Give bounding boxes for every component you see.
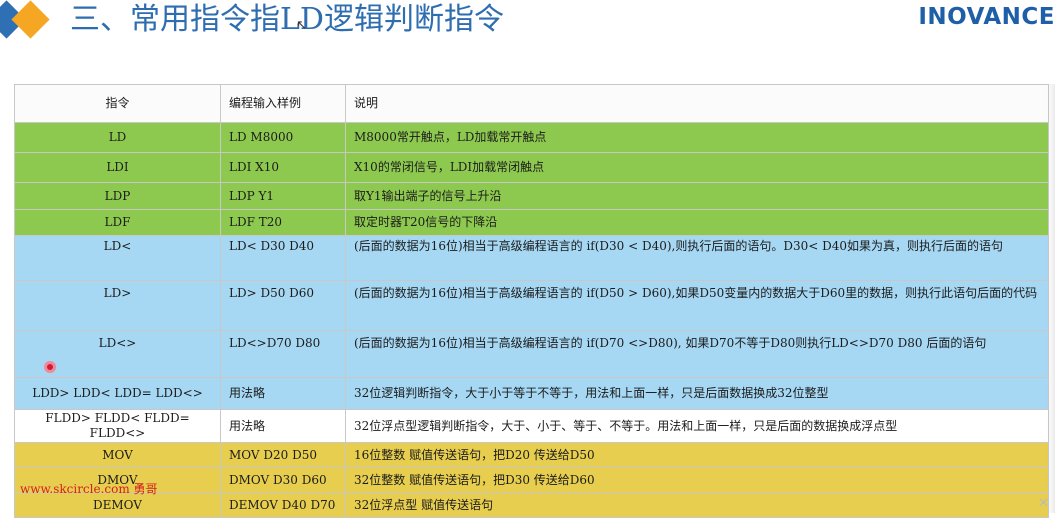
table-row: FLDD> FLDD< FLDD= FLDD<> 用法略 32位浮点型逻辑判断指… xyxy=(14,409,1049,443)
example-cell: 用法略 xyxy=(220,409,346,443)
description-cell: M8000常开触点，LD加载常开触点 xyxy=(345,122,1049,153)
column-header-description: 说明 xyxy=(345,84,1049,123)
description-cell: 取定时器T20信号的下降沿 xyxy=(345,209,1049,236)
table-header-row: 指令 编程输入样例 说明 xyxy=(14,84,1049,123)
table-row: LDD> LDD< LDD= LDD<> 用法略 32位逻辑判断指令，大于小于等… xyxy=(14,377,1049,410)
description-cell: (后面的数据为16位)相当于高级编程语言的 if(D30 < D40),则执行后… xyxy=(345,235,1049,281)
table-row: LDP LDP Y1 取Y1输出端子的信号上升沿 xyxy=(14,182,1049,210)
example-cell: LDF T20 xyxy=(220,209,346,236)
example-cell: LDP Y1 xyxy=(220,182,346,210)
instruction-cell: LD xyxy=(14,122,221,153)
close-icon[interactable]: ✕ xyxy=(1038,496,1049,511)
slide-title: 三、常用指令指LD逻辑判断指令 xyxy=(70,2,504,37)
description-cell: 取Y1输出端子的信号上升沿 xyxy=(345,182,1049,210)
description-cell: 32位浮点型逻辑判断指令，大于、小于、等于、不等于。用法和上面一样，只是后面的数… xyxy=(345,409,1049,443)
pointer-marker-icon xyxy=(44,361,56,373)
instruction-cell: LDP xyxy=(14,182,221,210)
instruction-cell: LDF xyxy=(14,209,221,236)
table-row: LDF LDF T20 取定时器T20信号的下降沿 xyxy=(14,209,1049,236)
instruction-cell: LD> xyxy=(14,280,221,331)
description-cell: 32位逻辑判断指令，大于小于等于不等于，用法和上面一样，只是后面数据换成32位整… xyxy=(345,377,1049,410)
example-cell: LD< D30 D40 xyxy=(220,235,346,281)
description-cell: 32位浮点型 赋值传送语句 xyxy=(345,492,1049,518)
table-row: DEMOV DEMOV D40 D70 32位浮点型 赋值传送语句 xyxy=(14,492,1049,518)
instruction-cell: LD< xyxy=(14,235,221,281)
logo-diamond-orange-icon xyxy=(11,0,50,39)
instruction-table: 指令 编程输入样例 说明 LD LD M8000 M8000常开触点，LD加载常… xyxy=(14,84,1049,518)
description-cell: X10的常闭信号，LDI加载常闭触点 xyxy=(345,152,1049,183)
table-row: LD<> LD<>D70 D80 (后面的数据为16位)相当于高级编程语言的 i… xyxy=(14,330,1049,378)
example-cell: MOV D20 D50 xyxy=(220,442,346,468)
page-edge-shadow xyxy=(1047,84,1055,513)
description-cell: (后面的数据为16位)相当于高级编程语言的 if(D70 <>D80), 如果D… xyxy=(345,330,1049,378)
table-row: LD> LD> D50 D60 (后面的数据为16位)相当于高级编程语言的 if… xyxy=(14,280,1049,331)
table-row: DMOV DMOV D30 D60 32位整数 赋值传送语句，把D30 传送给D… xyxy=(14,467,1049,493)
description-cell: 16位整数 赋值传送语句，把D20 传送给D50 xyxy=(345,442,1049,468)
table-row: LD LD M8000 M8000常开触点，LD加载常开触点 xyxy=(14,122,1049,153)
watermark: www.skcircle.com 勇哥 xyxy=(20,482,158,496)
example-cell: LDI X10 xyxy=(220,152,346,183)
example-cell: LD> D50 D60 xyxy=(220,280,346,331)
instruction-cell: FLDD> FLDD< FLDD= FLDD<> xyxy=(14,409,221,443)
column-header-instruction: 指令 xyxy=(14,84,221,123)
description-cell: (后面的数据为16位)相当于高级编程语言的 if(D50 > D60),如果D5… xyxy=(345,280,1049,331)
mouse-cursor-icon: ↖ xyxy=(296,18,307,33)
instruction-cell: LDI xyxy=(14,152,221,183)
instruction-cell: LDD> LDD< LDD= LDD<> xyxy=(14,377,221,410)
example-cell: LD<>D70 D80 xyxy=(220,330,346,378)
column-header-example: 编程输入样例 xyxy=(220,84,346,123)
example-cell: 用法略 xyxy=(220,377,346,410)
table-row: MOV MOV D20 D50 16位整数 赋值传送语句，把D20 传送给D50 xyxy=(14,442,1049,468)
description-cell: 32位整数 赋值传送语句，把D30 传送给D60 xyxy=(345,467,1049,493)
example-cell: DMOV D30 D60 xyxy=(220,467,346,493)
table-row: LD< LD< D30 D40 (后面的数据为16位)相当于高级编程语言的 if… xyxy=(14,235,1049,281)
table-row: LDI LDI X10 X10的常闭信号，LDI加载常闭触点 xyxy=(14,152,1049,183)
example-cell: DEMOV D40 D70 xyxy=(220,492,346,518)
brand-logo: INOVANCE xyxy=(918,4,1055,30)
example-cell: LD M8000 xyxy=(220,122,346,153)
instruction-cell: MOV xyxy=(14,442,221,468)
